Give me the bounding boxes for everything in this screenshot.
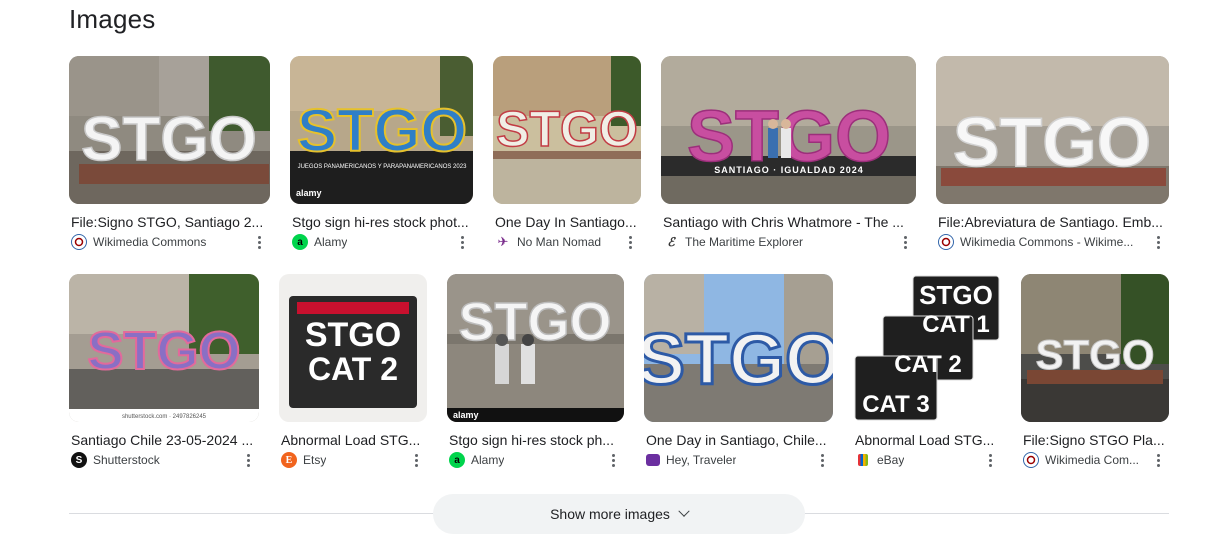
image-subtext: CAT 1 [922,311,990,338]
result-thumbnail[interactable]: STGO [69,56,270,204]
image-sign-text: STGO [87,321,240,381]
image-result-card[interactable]: STGO CAT 2 Abnormal Load STG... E Etsy [279,274,427,474]
image-result-card[interactable]: STGO File:Signo STGO Pla... Wikimedia Co… [1021,274,1169,474]
result-caption[interactable]: Stgo sign hi-res stock phot... [292,213,473,231]
result-thumbnail[interactable]: STGO alamy [447,274,624,422]
image-sign-text: STGO [458,292,611,352]
image-subtext: CAT 2 [894,351,962,378]
suitcase-icon [646,454,660,466]
result-source[interactable]: eBay [855,451,981,469]
result-source[interactable]: a Alamy [292,233,452,251]
ebay-icon [858,454,868,466]
watermark: alamy [296,188,322,198]
show-more-label: Show more images [550,506,670,522]
result-caption[interactable]: Santiago Chile 23-05-2024 ... [71,431,259,449]
image-sign-text: STGO [297,97,467,164]
result-source[interactable]: a Alamy [449,451,604,469]
result-caption[interactable]: Stgo sign hi-res stock ph... [449,431,624,449]
more-options-icon[interactable] [240,451,256,469]
result-caption[interactable]: One Day in Santiago, Chile... [646,431,833,449]
image-sign-text: STGO [953,103,1151,181]
result-thumbnail[interactable]: STGO shutterstock.com · 2497826245 [69,274,259,422]
more-options-icon[interactable] [1150,233,1166,251]
more-options-icon[interactable] [1150,451,1166,469]
image-result-card[interactable]: STGO CAT 1 CAT 2 CAT 3 Abnormal Load STG… [853,274,1001,474]
image-result-card[interactable]: STGO File:Abreviatura de Santiago. Emb..… [936,56,1169,256]
wikimedia-icon [938,234,954,250]
result-thumbnail[interactable]: STGO [1021,274,1169,422]
etsy-icon: E [281,452,297,468]
image-sign-text: STGO [644,320,833,400]
result-source[interactable]: Wikimedia Com... [1023,451,1141,469]
image-sign-text: STGO [81,105,257,174]
image-subtext: CAT 3 [862,391,930,418]
result-caption[interactable]: Santiago with Chris Whatmore - The ... [663,213,916,231]
image-sign-text: STGO [919,280,993,310]
result-source[interactable]: Wikimedia Commons [71,233,251,251]
wikimedia-icon [1023,452,1039,468]
more-options-icon[interactable] [982,451,998,469]
result-source[interactable]: Wikimedia Commons - Wikime... [938,233,1146,251]
image-result-card[interactable]: STGO File:Signo STGO, Santiago 2... Wiki… [69,56,270,256]
image-subtext: SANTIAGO · IGUALDAD 2024 [714,165,864,175]
plane-icon: ✈ [497,234,509,249]
image-result-card[interactable]: STGO JUEGOS PANAMERICANOS Y PARAPANAMERI… [290,56,473,256]
result-thumbnail[interactable]: STGO [493,56,641,204]
more-options-icon[interactable] [454,233,470,251]
result-source[interactable]: ✈ No Man Nomad [495,233,621,251]
more-options-icon[interactable] [605,451,621,469]
alamy-icon: a [449,452,465,468]
result-thumbnail[interactable]: STGO SANTIAGO · IGUALDAD 2024 [661,56,916,204]
image-sign-text: STGO [496,101,638,157]
result-source[interactable]: E Etsy [281,451,407,469]
watermark: alamy [453,410,479,420]
result-caption[interactable]: File:Signo STGO Pla... [1023,431,1169,449]
result-thumbnail[interactable]: STGO JUEGOS PANAMERICANOS Y PARAPANAMERI… [290,56,473,204]
maritime-icon: ℰ [667,234,675,249]
result-caption[interactable]: One Day In Santiago... [495,213,641,231]
result-caption[interactable]: File:Abreviatura de Santiago. Emb... [938,213,1169,231]
image-result-card[interactable]: STGO SANTIAGO · IGUALDAD 2024 Santiago w… [661,56,916,256]
chevron-down-icon [678,505,690,517]
result-thumbnail[interactable]: STGO [644,274,833,422]
alamy-icon: a [292,234,308,250]
result-thumbnail[interactable]: STGO CAT 1 CAT 2 CAT 3 [853,274,1001,422]
image-subtext: JUEGOS PANAMERICANOS Y PARAPANAMERICANOS… [298,164,467,170]
image-result-card[interactable]: STGO shutterstock.com · 2497826245 Santi… [69,274,259,474]
more-options-icon[interactable] [408,451,424,469]
result-thumbnail[interactable]: STGO [936,56,1169,204]
shutterstock-icon: S [71,452,87,468]
result-thumbnail[interactable]: STGO CAT 2 [279,274,427,422]
result-source[interactable]: ℰ The Maritime Explorer [663,233,893,251]
show-more-images-button[interactable]: Show more images [433,494,805,534]
image-result-card[interactable]: STGO One Day In Santiago... ✈ No Man Nom… [493,56,641,256]
more-options-icon[interactable] [897,233,913,251]
image-sign-text: STGO [1035,331,1154,378]
more-options-icon[interactable] [814,451,830,469]
result-source[interactable]: Hey, Traveler [646,451,812,469]
result-caption[interactable]: Abnormal Load STG... [855,431,1001,449]
more-options-icon[interactable] [622,233,638,251]
image-subtext: CAT 2 [308,351,398,387]
result-caption[interactable]: File:Signo STGO, Santiago 2... [71,213,270,231]
wikimedia-icon [71,234,87,250]
result-caption[interactable]: Abnormal Load STG... [281,431,427,449]
result-source[interactable]: S Shutterstock [71,451,239,469]
more-options-icon[interactable] [251,233,267,251]
image-result-card[interactable]: STGO One Day in Santiago, Chile... Hey, … [644,274,833,474]
image-subtext: shutterstock.com · 2497826245 [122,414,207,420]
image-sign-text: STGO [305,316,401,354]
section-title: Images [69,4,156,34]
image-result-card[interactable]: STGO alamy Stgo sign hi-res stock ph... … [447,274,624,474]
